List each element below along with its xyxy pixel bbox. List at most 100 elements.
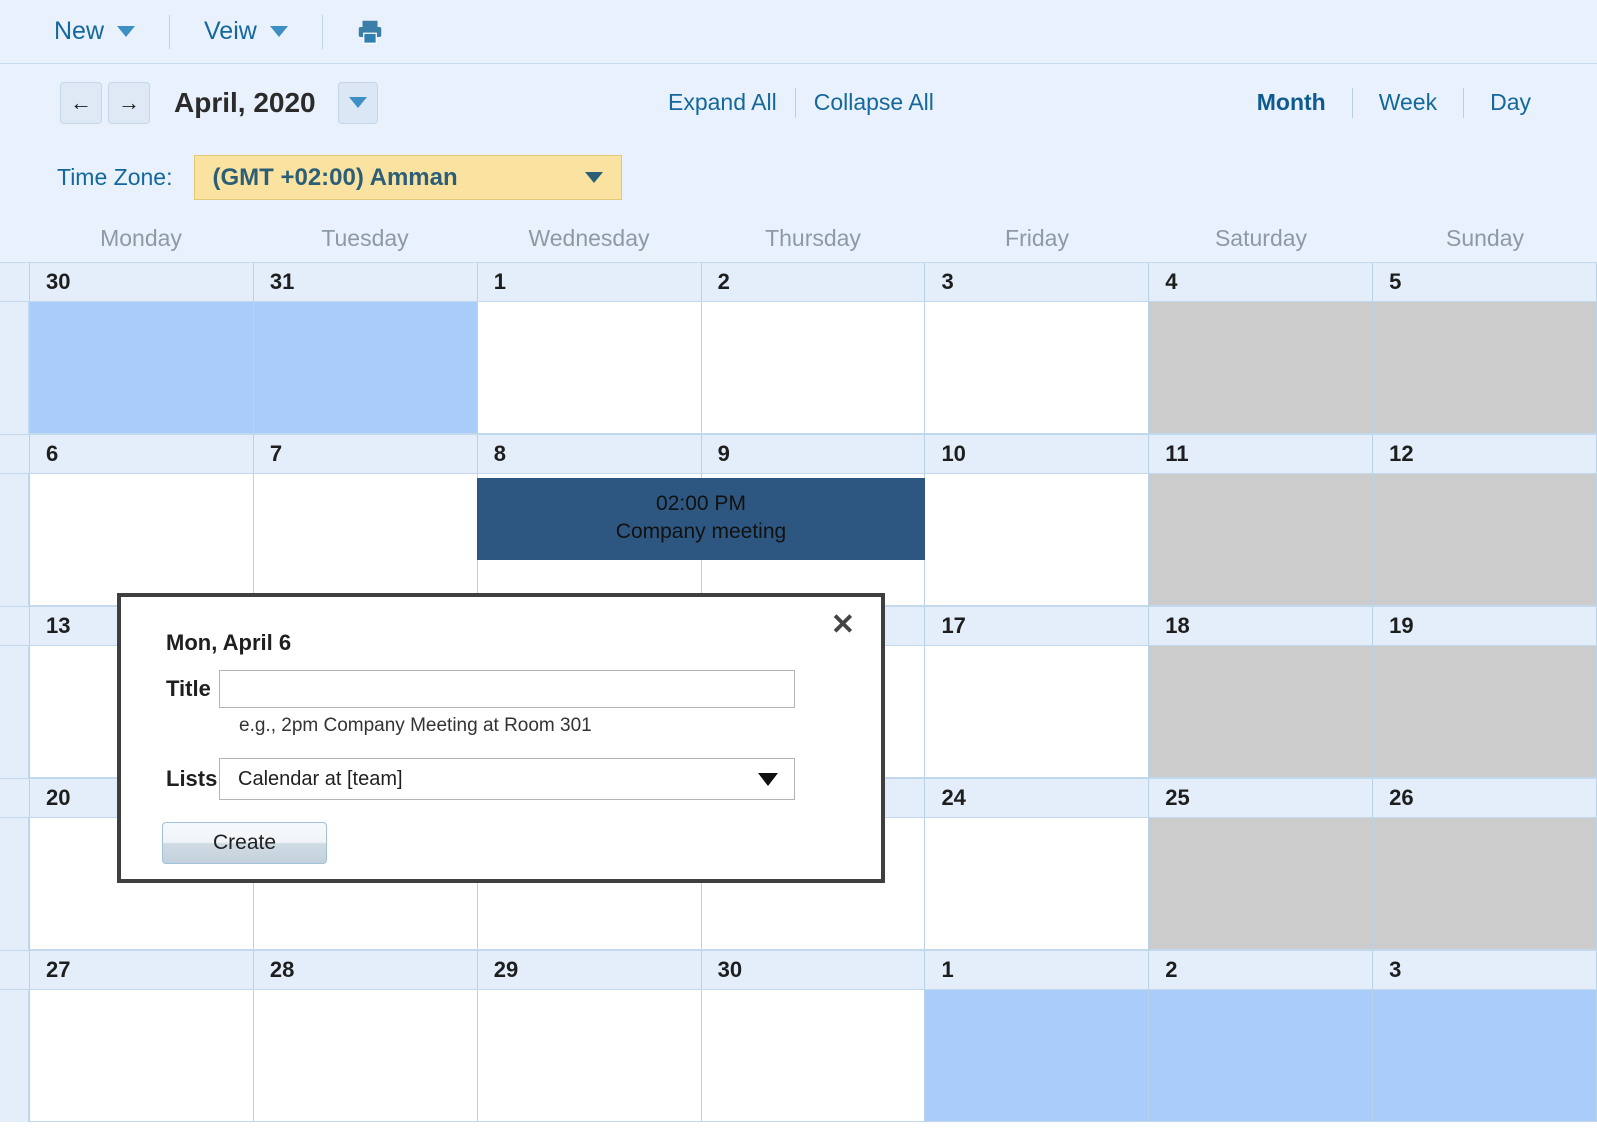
date-number-cell[interactable]: 1 — [476, 263, 701, 301]
day-cell[interactable] — [924, 474, 1149, 606]
weekday-header-saturday: Saturday — [1214, 225, 1308, 251]
weekday-header-wednesday: Wednesday — [528, 225, 650, 251]
timezone-select[interactable]: (GMT +02:00) Amman — [194, 155, 623, 200]
weekday-header-friday: Friday — [1005, 225, 1069, 251]
toolbar-divider — [321, 14, 323, 49]
date-number-cell[interactable]: 2 — [1148, 951, 1372, 989]
date-number-cell[interactable]: 4 — [1148, 263, 1372, 301]
day-cell[interactable] — [924, 990, 1149, 1122]
close-icon[interactable]: ✕ — [831, 611, 855, 640]
day-cell[interactable] — [1372, 302, 1597, 434]
title-input[interactable] — [219, 670, 795, 708]
day-cell[interactable] — [924, 302, 1149, 434]
date-number-cell[interactable]: 3 — [1372, 951, 1597, 989]
lists-selected-value: Calendar at [team] — [238, 767, 403, 790]
calendar-nav-bar: ← → April, 2020 Expand All Collapse All … — [0, 64, 1597, 141]
expand-collapse-group: Expand All Collapse All — [650, 87, 952, 118]
date-number-cell[interactable]: 28 — [252, 951, 477, 989]
title-hint-text: e.g., 2pm Company Meeting at Room 301 — [239, 715, 592, 736]
date-number-cell[interactable]: 11 — [1148, 435, 1372, 473]
chevron-down-icon — [117, 26, 136, 37]
print-button[interactable] — [341, 17, 399, 47]
date-number-cell[interactable]: 25 — [1148, 779, 1372, 817]
day-cell[interactable] — [1148, 646, 1373, 778]
day-cell[interactable] — [29, 474, 253, 606]
day-cell[interactable] — [29, 990, 253, 1122]
week-gutter — [0, 990, 29, 1122]
date-number-cell[interactable]: 26 — [1372, 779, 1597, 817]
date-number-cell[interactable]: 7 — [252, 435, 477, 473]
week-body-row — [0, 302, 1597, 434]
top-toolbar: New Veiw — [0, 0, 1597, 64]
day-cell[interactable] — [1148, 302, 1373, 434]
calendar-week-row: 30 31 1 2 3 4 5 — [0, 262, 1597, 434]
day-cell[interactable] — [252, 474, 477, 606]
day-cell[interactable] — [1372, 474, 1597, 606]
view-week-tab[interactable]: Week — [1353, 89, 1463, 116]
week-date-header: 6 7 8 9 10 11 12 — [0, 434, 1597, 474]
date-number-cell[interactable]: 9 — [700, 435, 925, 473]
prev-month-button[interactable]: ← — [60, 81, 102, 124]
new-menu-button[interactable]: New — [38, 17, 151, 46]
date-number-cell[interactable]: 30 — [29, 263, 253, 301]
date-number-cell[interactable]: 3 — [924, 263, 1148, 301]
chevron-down-icon — [758, 772, 778, 786]
page-title: April, 2020 — [174, 86, 316, 118]
day-cell[interactable] — [1148, 474, 1373, 606]
lists-select[interactable]: Calendar at [team] — [219, 758, 795, 800]
day-cell[interactable] — [924, 646, 1149, 778]
expand-all-button[interactable]: Expand All — [650, 89, 795, 116]
day-cell[interactable] — [924, 818, 1149, 950]
weekday-header-tuesday: Tuesday — [321, 225, 409, 251]
date-number-cell[interactable]: 30 — [700, 951, 925, 989]
date-number-cell[interactable]: 6 — [29, 435, 253, 473]
view-menu-button[interactable]: Veiw — [188, 17, 304, 46]
create-event-dialog: ✕ Mon, April 6 Title e.g., 2pm Company M… — [117, 593, 885, 883]
view-switcher: Month Week Day — [1231, 87, 1557, 118]
date-number-cell[interactable]: 24 — [924, 779, 1148, 817]
day-cell[interactable] — [1148, 990, 1373, 1122]
date-number-cell[interactable]: 17 — [924, 607, 1148, 645]
day-cell[interactable] — [1372, 990, 1597, 1122]
day-cell[interactable] — [476, 990, 701, 1122]
day-cell[interactable] — [1372, 646, 1597, 778]
week-gutter — [0, 646, 29, 778]
lists-field-row: Lists Calendar at [team] — [166, 758, 795, 800]
date-number-cell[interactable]: 12 — [1372, 435, 1597, 473]
day-cell[interactable] — [252, 302, 477, 434]
create-button[interactable]: Create — [162, 822, 327, 864]
date-number-cell[interactable]: 2 — [700, 263, 925, 301]
dialog-date-label: Mon, April 6 — [166, 630, 292, 655]
date-number-cell[interactable]: 18 — [1148, 607, 1372, 645]
title-label: Title — [166, 676, 211, 701]
timezone-value: (GMT +02:00) Amman — [212, 163, 458, 191]
date-number-cell[interactable]: 29 — [476, 951, 701, 989]
date-number-cell[interactable]: 19 — [1372, 607, 1597, 645]
next-month-button[interactable]: → — [108, 81, 150, 124]
day-cell[interactable] — [1148, 818, 1373, 950]
view-day-tab[interactable]: Day — [1464, 89, 1557, 116]
date-number-cell[interactable]: 31 — [252, 263, 477, 301]
day-cell[interactable] — [252, 990, 477, 1122]
day-cell[interactable] — [700, 990, 925, 1122]
day-cell[interactable] — [29, 302, 253, 434]
date-number-cell[interactable]: 8 — [476, 435, 701, 473]
day-cell[interactable] — [700, 302, 925, 434]
view-month-tab[interactable]: Month — [1231, 89, 1352, 116]
date-number-cell[interactable]: 27 — [29, 951, 253, 989]
day-cell[interactable] — [1372, 818, 1597, 950]
week-date-header: 27 28 29 30 1 2 3 — [0, 950, 1597, 990]
weekday-header-sunday: Sunday — [1445, 225, 1524, 251]
timezone-label: Time Zone: — [57, 164, 173, 190]
chevron-down-icon — [585, 172, 604, 183]
chevron-down-icon — [348, 97, 367, 108]
month-picker-button[interactable] — [337, 81, 378, 124]
day-cell[interactable] — [476, 302, 701, 434]
week-gutter — [0, 302, 29, 434]
date-number-cell[interactable]: 10 — [924, 435, 1148, 473]
date-number-cell[interactable]: 5 — [1372, 263, 1597, 301]
collapse-all-button[interactable]: Collapse All — [796, 89, 952, 116]
printer-icon — [358, 20, 382, 44]
date-number-cell[interactable]: 1 — [924, 951, 1148, 989]
calendar-event[interactable]: 02:00 PM Company meeting — [477, 478, 925, 560]
